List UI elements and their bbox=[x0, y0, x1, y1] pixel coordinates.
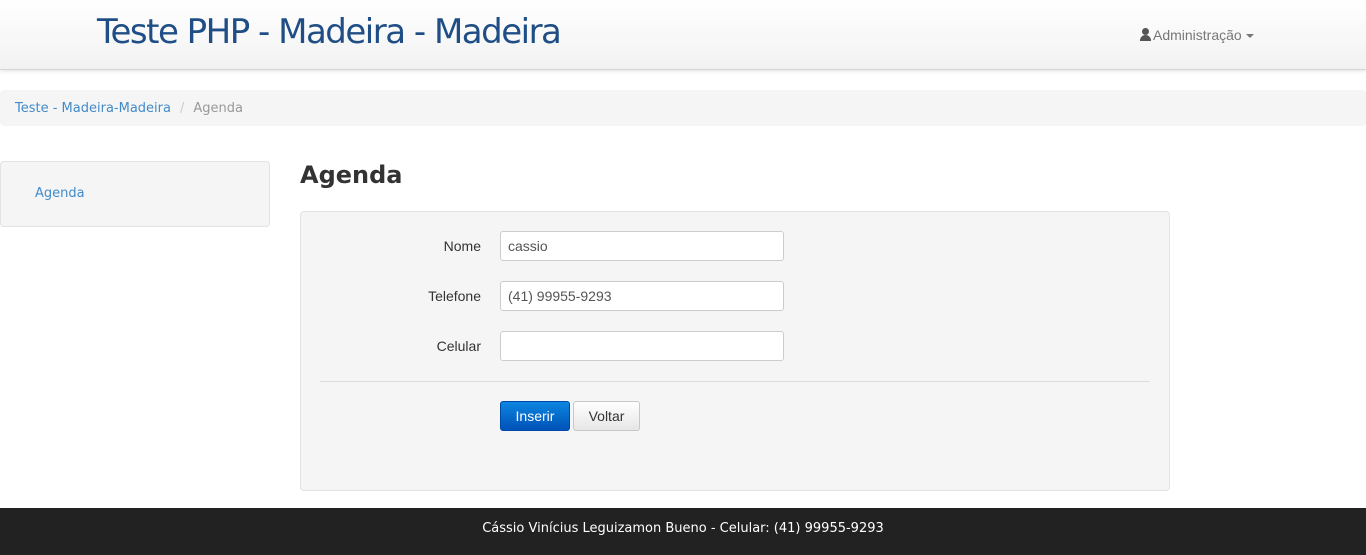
footer-text: Cássio Vinícius Leguizamon Bueno - Celul… bbox=[482, 521, 884, 536]
sidebar-item-agenda[interactable]: Agenda bbox=[35, 186, 85, 201]
breadcrumb-current: Agenda bbox=[193, 100, 243, 116]
footer: Cássio Vinícius Leguizamon Bueno - Celul… bbox=[0, 508, 1366, 555]
breadcrumb-home-link[interactable]: Teste - Madeira-Madeira bbox=[15, 101, 171, 116]
site-brand[interactable]: Teste PHP - Madeira - Madeira bbox=[97, 12, 562, 52]
admin-dropdown-label: Administração bbox=[1153, 27, 1242, 43]
caret-down-icon bbox=[1245, 34, 1254, 38]
inserir-button[interactable]: Inserir bbox=[500, 401, 570, 431]
nome-input[interactable] bbox=[500, 231, 784, 261]
admin-dropdown[interactable]: Administração bbox=[1139, 26, 1254, 44]
nome-label: Nome bbox=[443, 238, 481, 254]
voltar-button[interactable]: Voltar bbox=[573, 401, 640, 431]
breadcrumb: Teste - Madeira-Madeira / Agenda bbox=[0, 90, 1366, 126]
telefone-input[interactable] bbox=[500, 281, 784, 311]
telefone-label: Telefone bbox=[428, 288, 481, 304]
celular-input[interactable] bbox=[500, 331, 784, 361]
sidebar: Agenda bbox=[0, 161, 270, 227]
page-title: Agenda bbox=[300, 161, 403, 189]
agenda-form: Nome Telefone Celular Inserir Voltar bbox=[300, 211, 1170, 491]
form-divider bbox=[320, 381, 1150, 382]
user-icon bbox=[1139, 28, 1152, 42]
top-navbar: Teste PHP - Madeira - Madeira Administra… bbox=[0, 0, 1366, 70]
breadcrumb-separator: / bbox=[179, 100, 185, 116]
celular-label: Celular bbox=[436, 338, 481, 354]
